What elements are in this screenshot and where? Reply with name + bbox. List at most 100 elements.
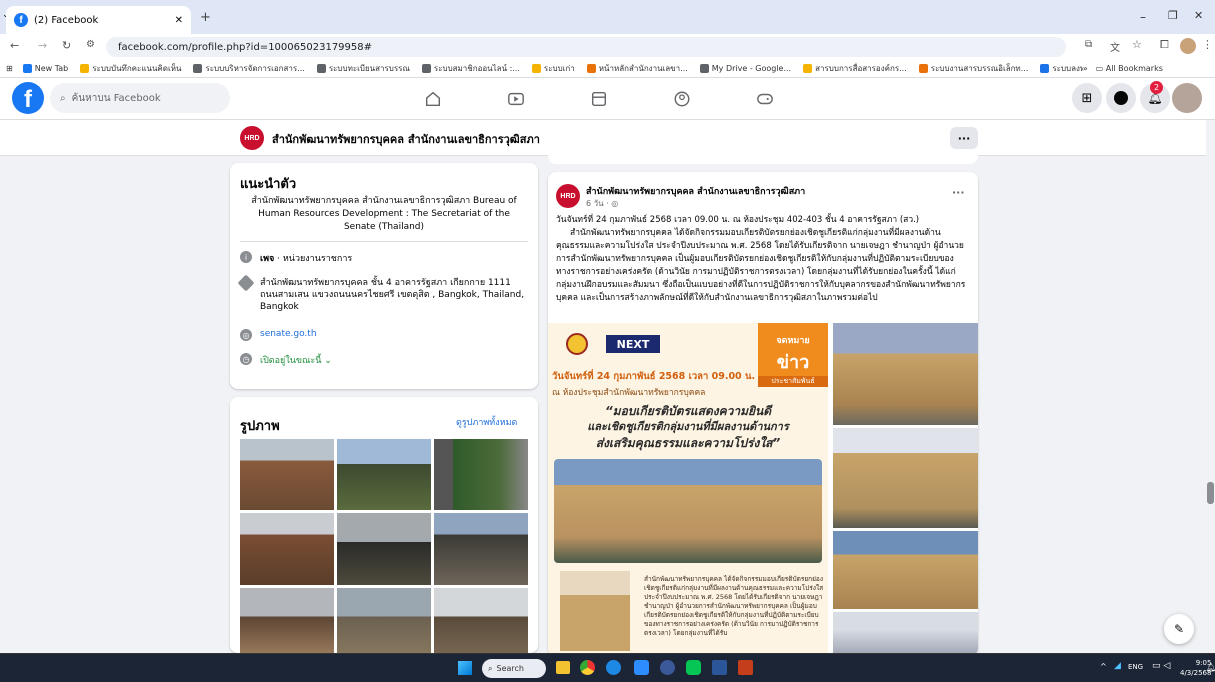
poster-logo-1 — [566, 333, 588, 355]
apps-grid-icon[interactable]: ⊞ — [6, 64, 13, 73]
tray-chevron-icon[interactable]: ^ — [1100, 662, 1107, 671]
see-all-photos-link[interactable]: ดูรูปภาพทั้งหมด — [456, 415, 517, 429]
cast-icon[interactable]: ⧉ — [1085, 39, 1092, 50]
photo-thumbnail[interactable] — [240, 587, 334, 653]
photo-thumbnail[interactable] — [434, 513, 528, 585]
marketplace-icon[interactable] — [584, 87, 614, 111]
new-message-icon[interactable]: ✎ — [1164, 614, 1194, 644]
bookmark-favicon-icon — [1040, 64, 1050, 73]
messenger-icon[interactable] — [1106, 83, 1136, 113]
menu-grid-icon[interactable]: ⊞ — [1072, 83, 1102, 113]
intro-website-row: ◎ senate.go.th — [240, 329, 530, 341]
site-info-icon[interactable]: ⚙ — [86, 39, 95, 50]
minimize-icon[interactable]: – — [1140, 10, 1146, 24]
reload-icon[interactable]: ↻ — [62, 39, 71, 52]
facebook-search-input[interactable]: ⌕ ค้นหาบน Facebook — [50, 83, 230, 113]
new-tab-icon[interactable]: + — [200, 10, 211, 25]
post-photo-4[interactable] — [833, 531, 978, 609]
post-photo-5[interactable] — [833, 612, 978, 656]
post-photo-3[interactable] — [833, 428, 978, 528]
scrollbar-thumb[interactable] — [1207, 482, 1214, 504]
bookmark-item[interactable]: ระบบทะเบียนสารบรรณ — [316, 62, 410, 75]
pdf-icon[interactable] — [738, 660, 753, 675]
facebook-logo-icon[interactable]: f — [12, 82, 44, 114]
website-link[interactable]: senate.go.th — [260, 329, 317, 339]
more-bookmarks-icon[interactable]: » — [1083, 64, 1088, 73]
line-icon[interactable] — [686, 660, 701, 675]
groups-icon[interactable] — [667, 87, 697, 111]
intro-address-row: สำนักพัฒนาทรัพยากรบุคคล ชั้น 4 อาคารรัฐส… — [237, 274, 530, 313]
post-poster-image[interactable]: NEXT จดหมาย ข่าว ประชาสัมพันธ์ วันจันทร์… — [548, 323, 828, 656]
photo-thumbnail[interactable] — [434, 439, 528, 511]
photo-thumbnail[interactable] — [337, 587, 431, 653]
bookmark-item[interactable]: ระบบเก่า — [531, 62, 575, 75]
home-icon[interactable] — [418, 87, 448, 111]
photo-thumbnail[interactable] — [434, 587, 528, 653]
post-first-line: วันจันทร์ที่ 24 กุมภาพันธ์ 2568 เวลา 09.… — [556, 215, 920, 225]
restore-icon[interactable]: ❐ — [1168, 9, 1178, 22]
video-icon[interactable] — [501, 87, 531, 111]
back-icon[interactable]: ← — [10, 39, 19, 52]
bookmark-item[interactable]: ระบบสมาชิกออนไลน์ :... — [421, 62, 520, 75]
bookmark-item[interactable]: สารบบการสื่อสารองค์กร... — [803, 62, 907, 75]
bookmark-favicon-icon — [918, 64, 928, 73]
browser-tab[interactable]: f (2) Facebook ✕ — [6, 6, 191, 34]
start-icon[interactable] — [458, 661, 472, 675]
bookmark-item[interactable]: ระบบบันทึกคะแนนคิดเห็น — [80, 62, 181, 75]
bookmark-item[interactable]: ระบบลงทะเบียนออนไลน์ — [1040, 62, 1083, 75]
gaming-icon[interactable] — [750, 87, 780, 111]
all-bookmarks[interactable]: ▭ All Bookmarks — [1096, 64, 1163, 73]
poster-headline: “มอบเกียรติบัตรแสดงความยินดี และเชิดชูเก… — [548, 403, 828, 451]
page-logo[interactable]: HRD — [240, 126, 264, 150]
post-more-button[interactable]: ··· — [952, 186, 965, 199]
poster-headline-3: ส่งเสริมคุณธรรมและความโปร่งใส” — [595, 436, 781, 450]
chrome-icon[interactable] — [580, 660, 595, 675]
photo-thumbnail[interactable] — [337, 513, 431, 585]
taskbar-search[interactable]: ⌕ Search — [482, 659, 546, 678]
poster-group-photo — [554, 459, 822, 563]
post-time-text: 6 วัน · — [586, 199, 612, 208]
edge-icon[interactable] — [606, 660, 621, 675]
photos-heading: รูปภาพ — [240, 419, 280, 434]
post-timestamp[interactable]: 6 วัน · ◎ — [586, 197, 618, 210]
page-scrollbar[interactable] — [1206, 120, 1215, 653]
bookmark-item[interactable]: My Drive - Google... — [699, 62, 791, 75]
photo-thumbnail[interactable] — [240, 513, 334, 585]
file-explorer-icon[interactable] — [556, 661, 570, 674]
post-author-avatar[interactable]: HRD — [556, 184, 580, 208]
account-avatar[interactable] — [1172, 83, 1202, 113]
close-window-icon[interactable]: ✕ — [1194, 9, 1203, 22]
app-icon[interactable] — [660, 660, 675, 675]
bookmark-label: ระบบทะเบียนสารบรรณ — [328, 64, 410, 73]
translate-icon[interactable]: 文 — [1110, 39, 1120, 54]
browser-menu-icon[interactable]: ⋮ — [1202, 38, 1213, 51]
post-photo-2[interactable] — [833, 323, 978, 425]
page-more-button[interactable]: ··· — [950, 127, 978, 149]
hours-text[interactable]: เปิดอยู่ในขณะนี้ ⌄ — [260, 353, 332, 367]
post-author-name[interactable]: สำนักพัฒนาทรัพยากรบุคคล สำนักงานเลขาธิกา… — [586, 184, 805, 198]
bookmark-item[interactable]: ระบบบริหารจัดการเอกสาร... — [193, 62, 305, 75]
notification-bell-icon[interactable]: 🔔︎ — [1206, 663, 1215, 672]
url-input[interactable]: facebook.com/profile.php?id=100065023179… — [106, 37, 1066, 57]
photo-thumbnail[interactable] — [337, 439, 431, 511]
tray-app-icon[interactable]: ◢ — [1114, 661, 1121, 671]
word-icon[interactable] — [712, 660, 727, 675]
poster-next-logo: NEXT — [606, 335, 660, 353]
bookmark-item[interactable]: ระบบงานสารบรรณอิเล็กท... — [918, 62, 1028, 75]
bookmark-list: New Tab ระบบบันทึกคะแนนคิดเห็น ระบบบริหารจ… — [22, 62, 1083, 75]
search-icon: ⌕ — [60, 92, 66, 104]
bookmark-item[interactable]: New Tab — [22, 62, 68, 75]
bookmark-item[interactable]: หน้าหลักสำนักงานเลขา... — [586, 62, 688, 75]
photo-thumbnail[interactable] — [240, 439, 334, 511]
bookmark-favicon-icon — [316, 64, 326, 73]
profile-avatar[interactable] — [1180, 38, 1196, 54]
page-name[interactable]: สำนักพัฒนาทรัพยากรบุคคล สำนักงานเลขาธิกา… — [272, 130, 540, 148]
bookmark-star-icon[interactable]: ☆ — [1132, 38, 1142, 51]
forward-icon[interactable]: → — [38, 39, 47, 52]
zoom-icon[interactable] — [634, 660, 649, 675]
network-volume-icon[interactable]: ▭ ◁︎ — [1152, 661, 1170, 671]
extensions-icon[interactable]: ⧠ — [1160, 38, 1169, 52]
close-tab-icon[interactable]: ✕ — [175, 15, 183, 26]
poster-date: วันจันทร์ที่ 24 กุมภาพันธ์ 2568 เวลา 09.… — [552, 371, 756, 382]
language-indicator[interactable]: ENG — [1128, 663, 1143, 671]
